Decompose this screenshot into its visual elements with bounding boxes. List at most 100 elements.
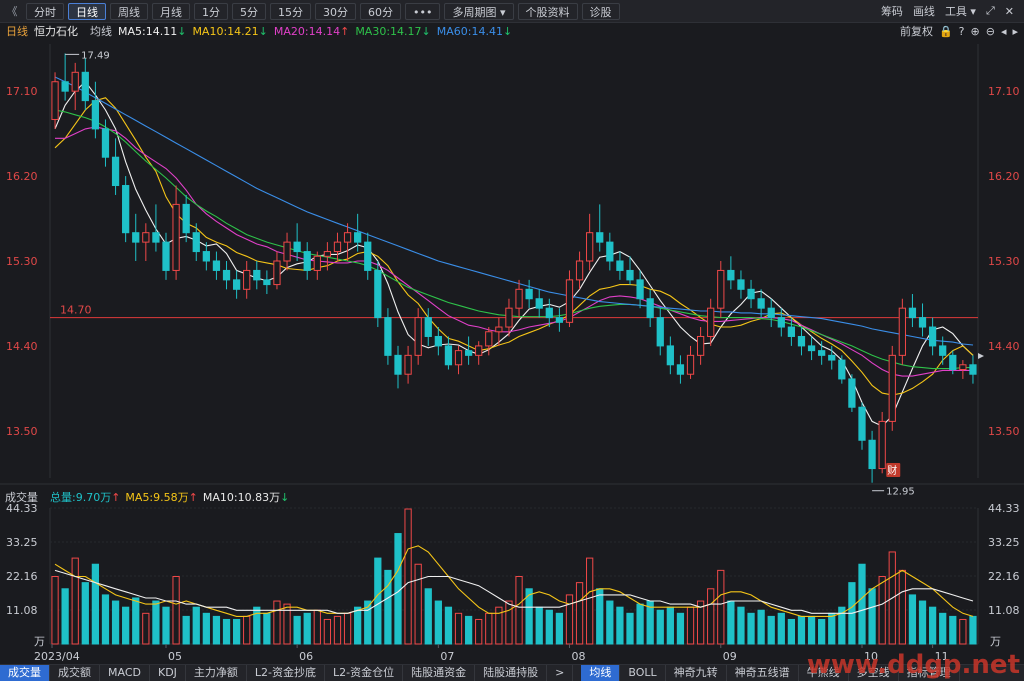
candle-body (656, 317, 664, 347)
candle-body (182, 203, 190, 234)
candle-body (454, 350, 463, 366)
volume-bar (727, 600, 735, 645)
volume-bar (71, 557, 79, 645)
volume-bar (202, 612, 210, 645)
volume-bar (253, 606, 261, 645)
candle-body (757, 298, 765, 309)
price-tick-label-left: 15.30 (6, 255, 38, 268)
price-tick-label-right: 17.10 (988, 85, 1020, 98)
candle-body (51, 81, 59, 120)
candle-body (807, 345, 816, 352)
volume-bar (928, 606, 937, 645)
candle-body (111, 156, 120, 187)
price-volume-chart[interactable]: 17.10 17.10 16.20 16.20 15.30 15.30 14.40 14.40… (0, 0, 1024, 680)
tab-hk-holding[interactable]: 陆股通持股 (475, 665, 548, 681)
ma-line-ma5 (54, 80, 974, 427)
candle-body (61, 81, 69, 92)
volume-bar (737, 606, 745, 645)
candle-body (918, 317, 927, 328)
candle-body (908, 307, 917, 319)
high-marker-label: 17.49 (81, 50, 110, 61)
candle-body (293, 241, 301, 253)
tab-ma[interactable]: 均线 (581, 665, 621, 681)
x-tick-label: 09 (723, 650, 737, 663)
candle-body (828, 354, 836, 361)
tab-l2-bottom[interactable]: L2-资金抄底 (247, 665, 326, 681)
tab-hk-flow[interactable]: 陆股通资金 (403, 665, 476, 681)
volume-bar (51, 576, 59, 645)
volume-bar (616, 606, 624, 645)
volume-bar (444, 606, 453, 645)
volume-bar (182, 615, 190, 645)
price-tick-label-left: 16.20 (6, 170, 38, 183)
volume-unit-left: 万 (34, 635, 45, 648)
candle-body (364, 241, 372, 271)
volume-bar (142, 612, 150, 645)
candle-body (394, 354, 402, 375)
price-tick-label-right: 13.50 (988, 425, 1020, 438)
volume-bar (908, 594, 917, 645)
candle-body (959, 364, 967, 371)
candle-body (939, 345, 947, 356)
price-tick-label-right: 14.40 (988, 340, 1020, 353)
tab-l2-position[interactable]: L2-资金仓位 (325, 665, 404, 681)
volume-bar (797, 615, 806, 645)
tab-magic-five[interactable]: 神奇五线谱 (727, 665, 799, 681)
volume-bar (686, 606, 695, 645)
candle-body (424, 317, 432, 337)
candle-body (243, 269, 251, 290)
candle-body (596, 232, 604, 243)
volume-tick-label-left: 22.16 (6, 570, 38, 583)
volume-bar (626, 612, 634, 645)
volume-bar (333, 615, 342, 645)
event-badge: 财 (887, 464, 897, 477)
volume-bar (717, 569, 725, 645)
candle-body (475, 345, 483, 356)
volume-bar (586, 557, 594, 645)
candle-body (727, 269, 735, 281)
candle-body (333, 241, 342, 253)
candle-body (969, 364, 977, 375)
volume-info-bar: 成交量 总量:9.70万↑ MA5:9.58万↑ MA10:10.83万↓ (0, 488, 1024, 506)
candle-body (717, 269, 725, 309)
candle-body (374, 269, 382, 319)
volume-bar (111, 600, 120, 645)
candle-body (495, 326, 503, 333)
candle-body (586, 232, 594, 262)
volume-bar (172, 576, 180, 645)
tab-main-net[interactable]: 主力净额 (186, 665, 247, 681)
candle-body (273, 260, 281, 286)
volume-bar (535, 606, 543, 645)
volume-bar (959, 618, 967, 645)
x-tick-label: 06 (299, 650, 313, 663)
volume-ma10: MA10:10.83万↓ (202, 491, 290, 504)
candle-body (676, 364, 685, 375)
candle-body (777, 317, 785, 328)
tabs-scroll-button[interactable]: > (547, 665, 574, 681)
tab-macd[interactable]: MACD (100, 665, 150, 681)
candle-body (172, 203, 180, 271)
volume-bar (757, 609, 765, 645)
candle-body (464, 350, 473, 356)
x-tick-label: 2023/04 (34, 650, 80, 663)
tab-turnover[interactable]: 成交额 (50, 665, 100, 681)
volume-bar (162, 606, 170, 645)
candle-body (152, 232, 160, 243)
candle-body (525, 288, 533, 300)
volume-tick-label-left: 11.08 (6, 604, 38, 617)
candle-body (101, 128, 110, 158)
candle-body (626, 269, 634, 281)
volume-bar (676, 612, 685, 645)
volume-bar (222, 618, 231, 645)
tab-magic-nine[interactable]: 神奇九转 (666, 665, 727, 681)
candle-body (606, 241, 614, 262)
candle-body (535, 298, 543, 309)
tab-boll[interactable]: BOLL (620, 665, 666, 681)
candle-body (384, 317, 392, 356)
candle-body (222, 269, 231, 281)
tab-volume[interactable]: 成交量 (0, 665, 50, 681)
candle-body (838, 359, 846, 380)
volume-bar (747, 612, 755, 645)
candle-body (666, 345, 674, 366)
tab-kdj[interactable]: KDJ (150, 665, 186, 681)
